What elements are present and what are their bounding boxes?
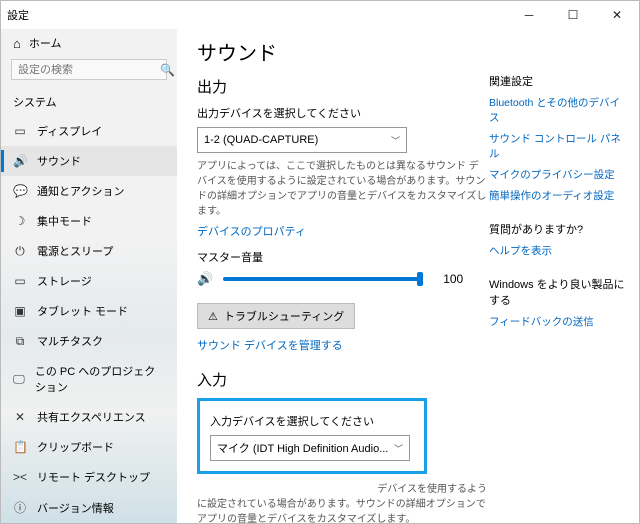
sidebar-item-label: 電源とスリープ: [37, 243, 113, 259]
home-label: ホーム: [29, 35, 62, 51]
input-choose-label: 入力デバイスを選択してください: [210, 413, 414, 429]
sidebar-item-label: ディスプレイ: [37, 123, 102, 139]
sidebar-item-notifications[interactable]: 💬 通知とアクション: [1, 176, 177, 206]
sidebar-item-label: サウンド: [37, 153, 81, 169]
tablet-icon: ▣: [13, 304, 27, 318]
input-desc-partial: デバイスを使用するよう: [197, 482, 487, 497]
sidebar-item-projection[interactable]: 🖵 この PC へのプロジェクション: [1, 356, 177, 402]
output-desc: アプリによっては、ここで選択したものとは異なるサウンド デバイスを使用するように…: [197, 159, 487, 219]
search-input[interactable]: [18, 64, 160, 76]
sound-icon: 🔊: [13, 154, 27, 168]
input-device-value: マイク (IDT High Definition Audio...: [217, 440, 388, 456]
sidebar-section-label: システム: [1, 88, 177, 116]
sidebar-item-label: 集中モード: [37, 213, 92, 229]
sidebar-item-label: 通知とアクション: [37, 183, 124, 199]
sidebar-item-about[interactable]: ⓘ バージョン情報: [1, 492, 177, 523]
sidebar-item-label: 共有エクスペリエンス: [37, 409, 146, 425]
help-link[interactable]: ヘルプを表示: [489, 243, 625, 258]
notifications-icon: 💬: [13, 184, 27, 198]
input-device-select[interactable]: マイク (IDT High Definition Audio... ﹀: [210, 435, 410, 461]
feedback-link[interactable]: フィードバックの送信: [489, 314, 625, 329]
search-box[interactable]: 🔍: [11, 59, 167, 80]
remote-icon: ><: [13, 470, 27, 484]
help-header: 質問がありますか?: [489, 221, 625, 237]
related-link-mic-privacy[interactable]: マイクのプライバシー設定: [489, 167, 625, 182]
content-area: サウンド 出力 出力デバイスを選択してください 1-2 (QUAD-CAPTUR…: [177, 29, 639, 523]
sidebar-item-tablet[interactable]: ▣ タブレット モード: [1, 296, 177, 326]
multitask-icon: ⧉: [13, 334, 27, 349]
related-link-ease-audio[interactable]: 簡単操作のオーディオ設定: [489, 188, 625, 203]
sidebar-item-power[interactable]: ⏻ 電源とスリープ: [1, 236, 177, 266]
shared-icon: ✕: [13, 410, 27, 424]
sidebar-item-clipboard[interactable]: 📋 クリップボード: [1, 432, 177, 462]
related-link-bluetooth[interactable]: Bluetooth とその他のデバイス: [489, 95, 625, 125]
power-icon: ⏻: [13, 244, 27, 259]
input-highlight-box: 入力デバイスを選択してください マイク (IDT High Definition…: [197, 398, 427, 474]
warning-icon: ⚠: [208, 310, 218, 323]
output-device-value: 1-2 (QUAD-CAPTURE): [204, 134, 318, 146]
sidebar-item-label: マルチタスク: [37, 333, 103, 349]
home-icon: ⌂: [13, 36, 21, 51]
button-label: トラブルシューティング: [224, 308, 344, 324]
sidebar-item-focus[interactable]: ☽ 集中モード: [1, 206, 177, 236]
home-link[interactable]: ⌂ ホーム: [1, 29, 177, 55]
sidebar-item-label: ストレージ: [37, 273, 92, 289]
chevron-down-icon: ﹀: [391, 134, 400, 147]
sidebar-item-sound[interactable]: 🔊 サウンド: [1, 146, 177, 176]
master-volume-value: 100: [443, 272, 463, 286]
close-button[interactable]: ✕: [595, 1, 639, 29]
sidebar-item-shared[interactable]: ✕ 共有エクスペリエンス: [1, 402, 177, 432]
right-column: 関連設定 Bluetooth とその他のデバイス サウンド コントロール パネル…: [489, 73, 625, 347]
minimize-button[interactable]: ─: [507, 1, 551, 29]
related-link-soundpanel[interactable]: サウンド コントロール パネル: [489, 131, 625, 161]
projection-icon: 🖵: [13, 372, 25, 387]
master-volume-slider[interactable]: [223, 277, 423, 281]
sidebar-item-label: この PC へのプロジェクション: [35, 363, 165, 395]
related-settings-header: 関連設定: [489, 73, 625, 89]
display-icon: ▭: [13, 124, 27, 138]
sidebar-item-label: クリップボード: [37, 439, 114, 455]
sidebar-item-multitask[interactable]: ⧉ マルチタスク: [1, 326, 177, 356]
sidebar: ⌂ ホーム 🔍 システム ▭ ディスプレイ 🔊 サウンド 💬 通知とアクション: [1, 29, 177, 523]
sidebar-item-label: リモート デスクトップ: [37, 469, 150, 485]
input-heading: 入力: [197, 369, 625, 390]
speaker-icon: 🔊: [197, 271, 213, 287]
storage-icon: ▭: [13, 274, 27, 288]
maximize-button[interactable]: ☐: [551, 1, 595, 29]
sidebar-item-remote[interactable]: >< リモート デスクトップ: [1, 462, 177, 492]
output-device-select[interactable]: 1-2 (QUAD-CAPTURE) ﹀: [197, 127, 407, 153]
sidebar-item-label: バージョン情報: [37, 500, 114, 516]
clipboard-icon: 📋: [13, 440, 27, 454]
sidebar-item-display[interactable]: ▭ ディスプレイ: [1, 116, 177, 146]
sidebar-item-storage[interactable]: ▭ ストレージ: [1, 266, 177, 296]
about-icon: ⓘ: [13, 499, 27, 516]
sidebar-item-label: タブレット モード: [37, 303, 128, 319]
focus-icon: ☽: [13, 214, 27, 228]
output-troubleshoot-button[interactable]: ⚠ トラブルシューティング: [197, 303, 355, 329]
page-title: サウンド: [197, 37, 625, 66]
chevron-down-icon: ﹀: [394, 442, 403, 455]
input-desc: に設定されている場合があります。サウンドの詳細オプションでアプリの音量とデバイス…: [197, 497, 487, 523]
improve-header: Windows をより良い製品にする: [489, 276, 625, 308]
search-icon: 🔍: [160, 63, 175, 77]
